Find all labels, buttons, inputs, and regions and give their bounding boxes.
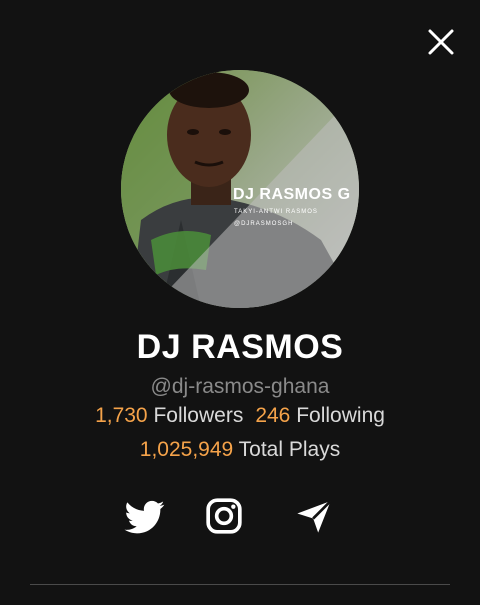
twitter-button[interactable]: [124, 496, 166, 536]
avatar: DJ RASMOS G TAKYI-ANTWI RASMOS @DJRASMOS…: [121, 70, 359, 308]
plays-label: Total Plays: [238, 438, 341, 461]
following-label: Following: [296, 404, 385, 427]
profile-name: DJ RASMOS: [136, 328, 344, 366]
following-link[interactable]: 246 Following: [255, 404, 385, 427]
avatar-overlay-line1: TAKYI-ANTWI RASMOS: [234, 209, 318, 215]
profile-screen: DJ RASMOS G TAKYI-ANTWI RASMOS @DJRASMOS…: [0, 0, 480, 605]
followers-label: Followers: [153, 404, 244, 427]
plays-count: 1,025,949: [139, 438, 234, 461]
follow-stats: 1,730 Followers 246 Following: [0, 404, 480, 428]
avatar-overlay-line2: @DJRASMOSGH: [234, 221, 294, 227]
twitter-icon: [124, 500, 165, 534]
total-plays: 1,025,949 Total Plays: [0, 438, 480, 462]
profile-handle: @dj-rasmos-ghana: [150, 375, 330, 398]
instagram-button[interactable]: [203, 496, 245, 536]
instagram-icon: [206, 498, 242, 534]
divider: [30, 584, 450, 585]
followers-count: 1,730: [95, 404, 148, 427]
following-count: 246: [255, 404, 291, 427]
paper-plane-icon: [297, 500, 332, 533]
avatar-overlay-title: DJ RASMOS G: [233, 186, 351, 203]
close-button[interactable]: [425, 26, 457, 58]
followers-link[interactable]: 1,730 Followers: [95, 404, 243, 427]
close-icon: [428, 29, 454, 55]
share-button[interactable]: [293, 496, 335, 536]
social-links: [0, 496, 480, 536]
